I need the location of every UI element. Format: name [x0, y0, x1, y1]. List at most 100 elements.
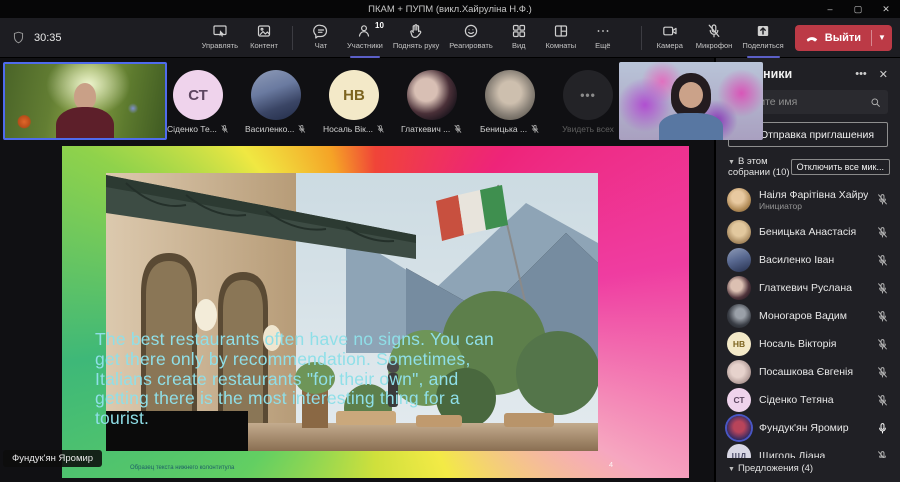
- avatar: НВ: [727, 332, 751, 356]
- meeting-timer: 30:35: [34, 32, 62, 44]
- more-ellipsis-icon: [595, 23, 611, 39]
- toolbar-button-microphone[interactable]: Микрофон: [691, 21, 738, 54]
- muted-mic-icon[interactable]: [876, 394, 889, 407]
- avatar: [727, 360, 751, 384]
- strip-participant-nosal[interactable]: НВ Носаль Вік...: [323, 70, 385, 134]
- participant-list: Наіля Фарітівна Хайруліна Инициатор Бени…: [716, 181, 900, 458]
- toolbar-button-raise-hand[interactable]: Поднять руку: [388, 21, 444, 54]
- participant-role: Инициатор: [759, 201, 868, 211]
- react-smiley-icon: [463, 23, 479, 39]
- titlebar: ПКАМ + ПУПМ (викл.Хайруліна Н.Ф.) – ▢ ✕: [0, 0, 900, 18]
- muted-mic-icon[interactable]: [876, 366, 889, 379]
- muted-mic-icon: [376, 124, 385, 134]
- toolbar-button-share[interactable]: Поделиться: [737, 21, 788, 54]
- strip-participant-benytska[interactable]: Беницька ...: [479, 70, 541, 134]
- chevron-down-icon: ▼: [728, 466, 735, 473]
- avatar: [727, 188, 751, 212]
- in-meeting-section-header[interactable]: ▼В этом собрании (10): [728, 156, 791, 178]
- minimize-button[interactable]: –: [816, 0, 844, 18]
- muted-mic-icon: [220, 124, 229, 134]
- slide-body-text: The best restaurants often have no signs…: [95, 330, 517, 429]
- panel-close-icon[interactable]: ✕: [879, 68, 888, 81]
- chat-icon: [313, 23, 329, 39]
- toolbar-button-react[interactable]: Реагировать: [444, 21, 498, 54]
- window-title: ПКАМ + ПУПМ (викл.Хайруліна Н.Ф.): [84, 4, 816, 15]
- shared-presentation-slide: The best restaurants often have no signs…: [62, 146, 689, 478]
- camera-icon: [662, 23, 678, 39]
- toolbar-button-rooms[interactable]: Комнаты: [540, 21, 582, 54]
- muted-mic-icon[interactable]: [876, 450, 889, 459]
- close-button[interactable]: ✕: [872, 0, 900, 18]
- strip-participant-vasylenko[interactable]: Василенко...: [245, 70, 307, 134]
- see-all-ellipsis-icon: •••: [563, 70, 613, 120]
- toolbar-button-chat[interactable]: Чат: [300, 21, 342, 54]
- leave-label: Выйти: [825, 32, 861, 44]
- muted-mic-icon: [530, 124, 540, 134]
- strip-participant-hlatkevych[interactable]: Глаткевич ...: [401, 70, 463, 134]
- muted-mic-icon[interactable]: [876, 310, 889, 323]
- manage-screen-icon: [212, 23, 228, 39]
- video-filmstrip: СТ Сіденко Те... Василенко... НВ Носаль …: [0, 60, 714, 142]
- avatar-photo: [251, 70, 301, 120]
- leave-button[interactable]: Выйти ▼: [795, 25, 892, 51]
- maximize-button[interactable]: ▢: [844, 0, 872, 18]
- toolbar-button-view[interactable]: Вид: [498, 21, 540, 54]
- avatar: СТ: [727, 388, 751, 412]
- shield-icon: [12, 31, 25, 44]
- muted-mic-icon[interactable]: [876, 254, 889, 267]
- avatar: [727, 276, 751, 300]
- avatar: ЩД: [727, 444, 751, 458]
- panel-more-icon[interactable]: •••: [855, 68, 867, 80]
- meeting-toolbar: 30:35 Управлять Контент Чат: [0, 18, 900, 58]
- toolbar-button-content[interactable]: Контент: [243, 21, 285, 54]
- muted-mic-icon[interactable]: [876, 338, 889, 351]
- avatar: [727, 416, 751, 440]
- share-tray-icon: [755, 23, 771, 39]
- view-grid-icon: [511, 23, 527, 39]
- participant-row[interactable]: Наіля Фарітівна Хайруліна Инициатор: [716, 181, 900, 218]
- toolbar-button-participants[interactable]: 10 Участники: [342, 21, 388, 54]
- strip-see-all[interactable]: ••• Увидеть всех: [557, 70, 619, 134]
- leave-options-chevron[interactable]: ▼: [872, 33, 892, 42]
- suggestions-section-header[interactable]: ▼Предложения (4): [716, 458, 900, 482]
- toolbar-button-manage[interactable]: Управлять: [197, 21, 243, 54]
- participant-row[interactable]: СТ Сіденко Тетяна: [716, 386, 900, 414]
- participant-row[interactable]: Моногаров Вадим: [716, 302, 900, 330]
- slide-footer-text: Образец текста нижнего колонтитула: [130, 465, 234, 471]
- participant-row[interactable]: НВ Носаль Вікторія: [716, 330, 900, 358]
- toolbar-button-camera[interactable]: Камера: [649, 21, 691, 54]
- muted-mic-icon: [297, 124, 307, 134]
- toolbar-button-more[interactable]: Ещё: [582, 21, 624, 54]
- participant-row[interactable]: Посашкова Євгенія: [716, 358, 900, 386]
- teams-meeting-window: ПКАМ + ПУПМ (викл.Хайруліна Н.Ф.) – ▢ ✕ …: [0, 0, 900, 482]
- chevron-down-icon: ▼: [728, 159, 735, 166]
- mic-on-icon[interactable]: [876, 422, 889, 435]
- strip-participant-sidenko[interactable]: СТ Сіденко Те...: [167, 70, 229, 134]
- muted-mic-icon[interactable]: [876, 193, 889, 206]
- participant-row[interactable]: Беницька Анастасія: [716, 218, 900, 246]
- participant-row[interactable]: Василенко Іван: [716, 246, 900, 274]
- muted-mic-icon[interactable]: [876, 282, 889, 295]
- slide-page-number: 4: [609, 460, 613, 469]
- search-icon: [870, 97, 881, 108]
- raise-hand-icon: [408, 23, 424, 39]
- muted-mic-icon[interactable]: [876, 226, 889, 239]
- host-video-tile[interactable]: [619, 62, 763, 140]
- avatar: [727, 248, 751, 272]
- participant-row-active-speaker[interactable]: Фундук'ян Яромир: [716, 414, 900, 442]
- participants-icon: 10: [357, 23, 373, 39]
- content-icon: [256, 23, 272, 39]
- breakout-rooms-icon: [553, 23, 569, 39]
- avatar: НВ: [329, 70, 379, 120]
- avatar: [727, 220, 751, 244]
- mute-all-button[interactable]: Отключить все мик...: [791, 159, 890, 175]
- avatar: [727, 304, 751, 328]
- participants-count-badge: 10: [375, 21, 384, 30]
- microphone-muted-icon: [706, 23, 722, 39]
- self-video-tile[interactable]: [3, 62, 167, 140]
- avatar: СТ: [173, 70, 223, 120]
- avatar-photo: [485, 70, 535, 120]
- participant-row[interactable]: ЩД Щиголь Діана: [716, 442, 900, 458]
- participant-row[interactable]: Глаткевич Руслана: [716, 274, 900, 302]
- presenter-name-tag: Фундук'ян Яромир: [3, 450, 102, 467]
